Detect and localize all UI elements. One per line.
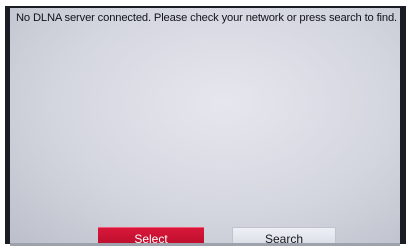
dlna-status-message: No DLNA server connected. Please check y… [16,12,397,24]
screen-bottom-edge [10,243,400,246]
tv-screen: No DLNA server connected. Please check y… [10,8,400,246]
